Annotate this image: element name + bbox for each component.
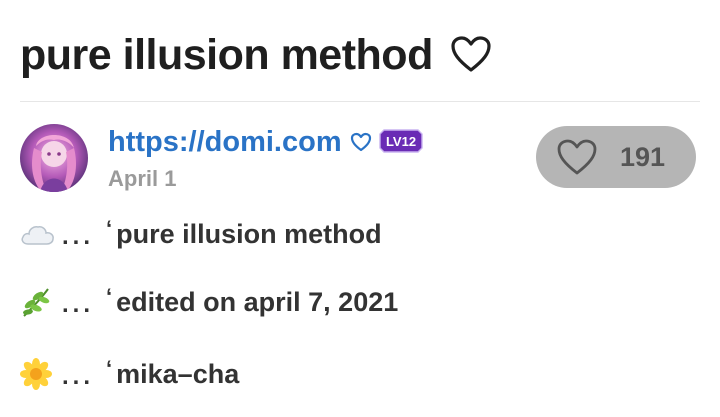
line-dots: ... bbox=[62, 223, 95, 250]
author-row: https://domi.com LV12 bbox=[108, 122, 424, 162]
author-name-link[interactable]: https://domi.com bbox=[108, 126, 342, 159]
line-dots: ... bbox=[62, 363, 95, 390]
herb-icon bbox=[20, 286, 52, 318]
like-button[interactable]: 191 bbox=[536, 126, 696, 188]
line-dots: ... bbox=[62, 291, 95, 318]
post-date: April 1 bbox=[108, 166, 177, 191]
blossom-icon bbox=[20, 358, 52, 390]
line-text: pure illusion method bbox=[116, 218, 382, 249]
content-line: ... ‘ pure illusion method bbox=[20, 216, 382, 252]
heart-outline-icon bbox=[450, 34, 492, 84]
line-text: mika–cha bbox=[116, 358, 240, 389]
level-badge: LV12 bbox=[378, 128, 424, 159]
line-quote-mark: ‘ bbox=[106, 284, 113, 309]
title-divider bbox=[20, 101, 700, 102]
heart-outline-icon bbox=[556, 138, 598, 181]
avatar[interactable] bbox=[20, 124, 88, 192]
line-quote-mark: ‘ bbox=[106, 216, 113, 241]
line-quote-mark: ‘ bbox=[106, 356, 113, 381]
heart-outline-icon bbox=[350, 132, 372, 157]
content-line: ... ‘ mika–cha bbox=[20, 356, 239, 392]
line-text: edited on april 7, 2021 bbox=[116, 286, 399, 317]
content-line: ... ‘ edited on april 7, 2021 bbox=[20, 284, 398, 320]
cloud-icon bbox=[20, 218, 54, 250]
like-count: 191 bbox=[620, 142, 666, 172]
post-title-text: pure illusion method bbox=[20, 31, 433, 79]
level-badge-label: LV12 bbox=[386, 134, 416, 149]
post-title: pure illusion method bbox=[20, 30, 492, 84]
